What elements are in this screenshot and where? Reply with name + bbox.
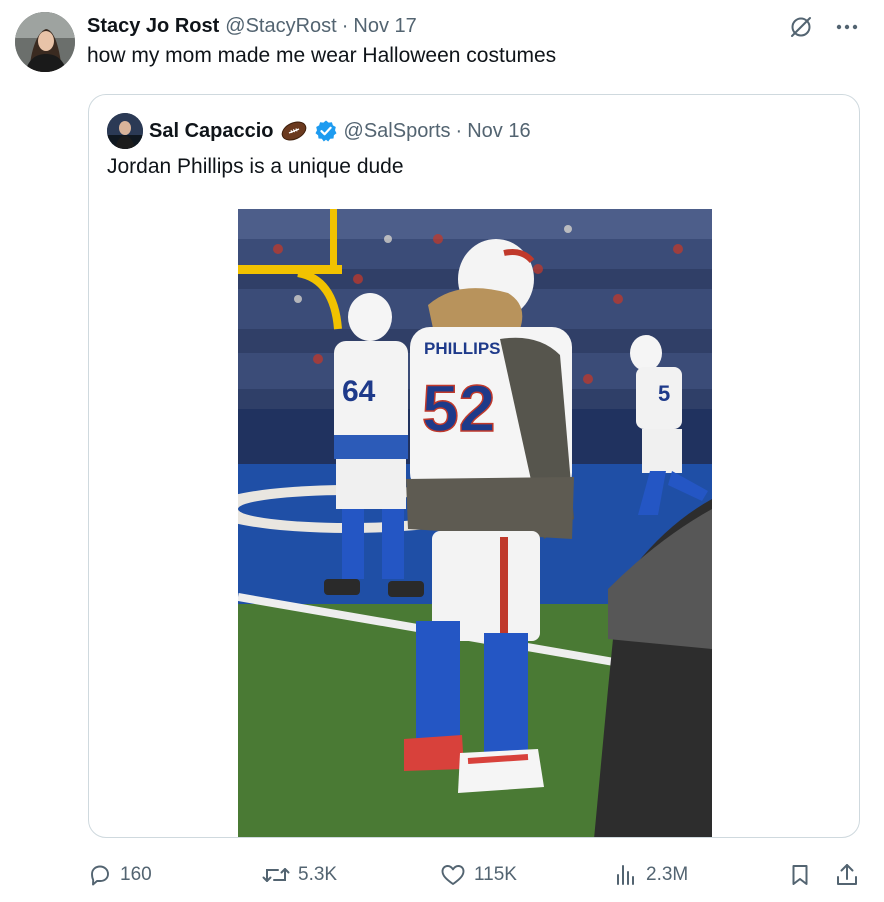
quoted-tweet-date[interactable]: Nov 16 bbox=[467, 120, 530, 142]
left-player-number: 64 bbox=[342, 375, 376, 408]
quoted-tweet-header: Sal Capaccio @SalSports · Nov 16 bbox=[149, 117, 531, 145]
right-player-number: 5 bbox=[658, 381, 670, 406]
views-icon bbox=[614, 863, 638, 887]
author-name[interactable]: Stacy Jo Rost bbox=[87, 15, 219, 38]
repost-button[interactable]: 5.3K bbox=[262, 858, 337, 892]
quoted-author-avatar-image bbox=[107, 113, 143, 149]
author-avatar-image bbox=[15, 12, 75, 72]
share-icon bbox=[834, 862, 860, 888]
like-count: 115K bbox=[474, 864, 517, 885]
bookmark-button[interactable] bbox=[788, 858, 812, 892]
more-icon[interactable] bbox=[836, 24, 858, 30]
quoted-tweet-card[interactable]: Sal Capaccio @SalSports · Nov 16 Jordan Ph… bbox=[88, 94, 860, 838]
tweet-header: Stacy Jo Rost @StacyRost · Nov 17 bbox=[87, 12, 417, 40]
author-handle[interactable]: @StacyRost bbox=[225, 15, 336, 37]
football-icon bbox=[280, 120, 308, 142]
repost-icon bbox=[262, 863, 290, 887]
reply-count: 160 bbox=[120, 864, 152, 885]
tweet-action-bar: 160 5.3K 115K 2.3M bbox=[0, 858, 884, 892]
separator-dot: · bbox=[341, 14, 349, 37]
views-button[interactable]: 2.3M bbox=[614, 858, 688, 892]
author-avatar[interactable] bbox=[15, 12, 75, 72]
verified-badge-icon bbox=[314, 119, 338, 143]
tweet-date[interactable]: Nov 17 bbox=[353, 15, 416, 37]
main-player-jersey-name: PHILLIPS bbox=[424, 339, 501, 358]
quoted-author-avatar[interactable] bbox=[107, 113, 143, 149]
author-meta: @StacyRost · Nov 17 bbox=[225, 15, 417, 38]
stadium-photo-illustration: 64 5 PHILLIPS 52 bbox=[238, 209, 712, 837]
heart-icon bbox=[440, 863, 466, 887]
like-button[interactable]: 115K bbox=[440, 858, 517, 892]
quoted-tweet-photo[interactable]: 64 5 PHILLIPS 52 bbox=[238, 209, 712, 837]
tweet-top-actions bbox=[788, 14, 858, 40]
quoted-author-meta: @SalSports · Nov 16 bbox=[344, 120, 531, 143]
reply-button[interactable]: 160 bbox=[88, 858, 152, 892]
repost-count: 5.3K bbox=[298, 864, 338, 885]
quoted-tweet-text: Jordan Phillips is a unique dude bbox=[107, 155, 404, 178]
tweet-text: how my mom made me wear Halloween costum… bbox=[87, 44, 557, 67]
quoted-separator-dot: · bbox=[455, 119, 463, 142]
quoted-author-handle[interactable]: @SalSports bbox=[344, 120, 451, 142]
views-count: 2.3M bbox=[646, 864, 689, 885]
main-player-jersey-number: 52 bbox=[422, 371, 495, 445]
grok-icon[interactable] bbox=[788, 14, 814, 40]
quoted-author-name[interactable]: Sal Capaccio bbox=[149, 120, 274, 143]
reply-icon bbox=[88, 863, 112, 887]
bookmark-icon bbox=[788, 863, 812, 887]
share-button[interactable] bbox=[834, 858, 860, 892]
